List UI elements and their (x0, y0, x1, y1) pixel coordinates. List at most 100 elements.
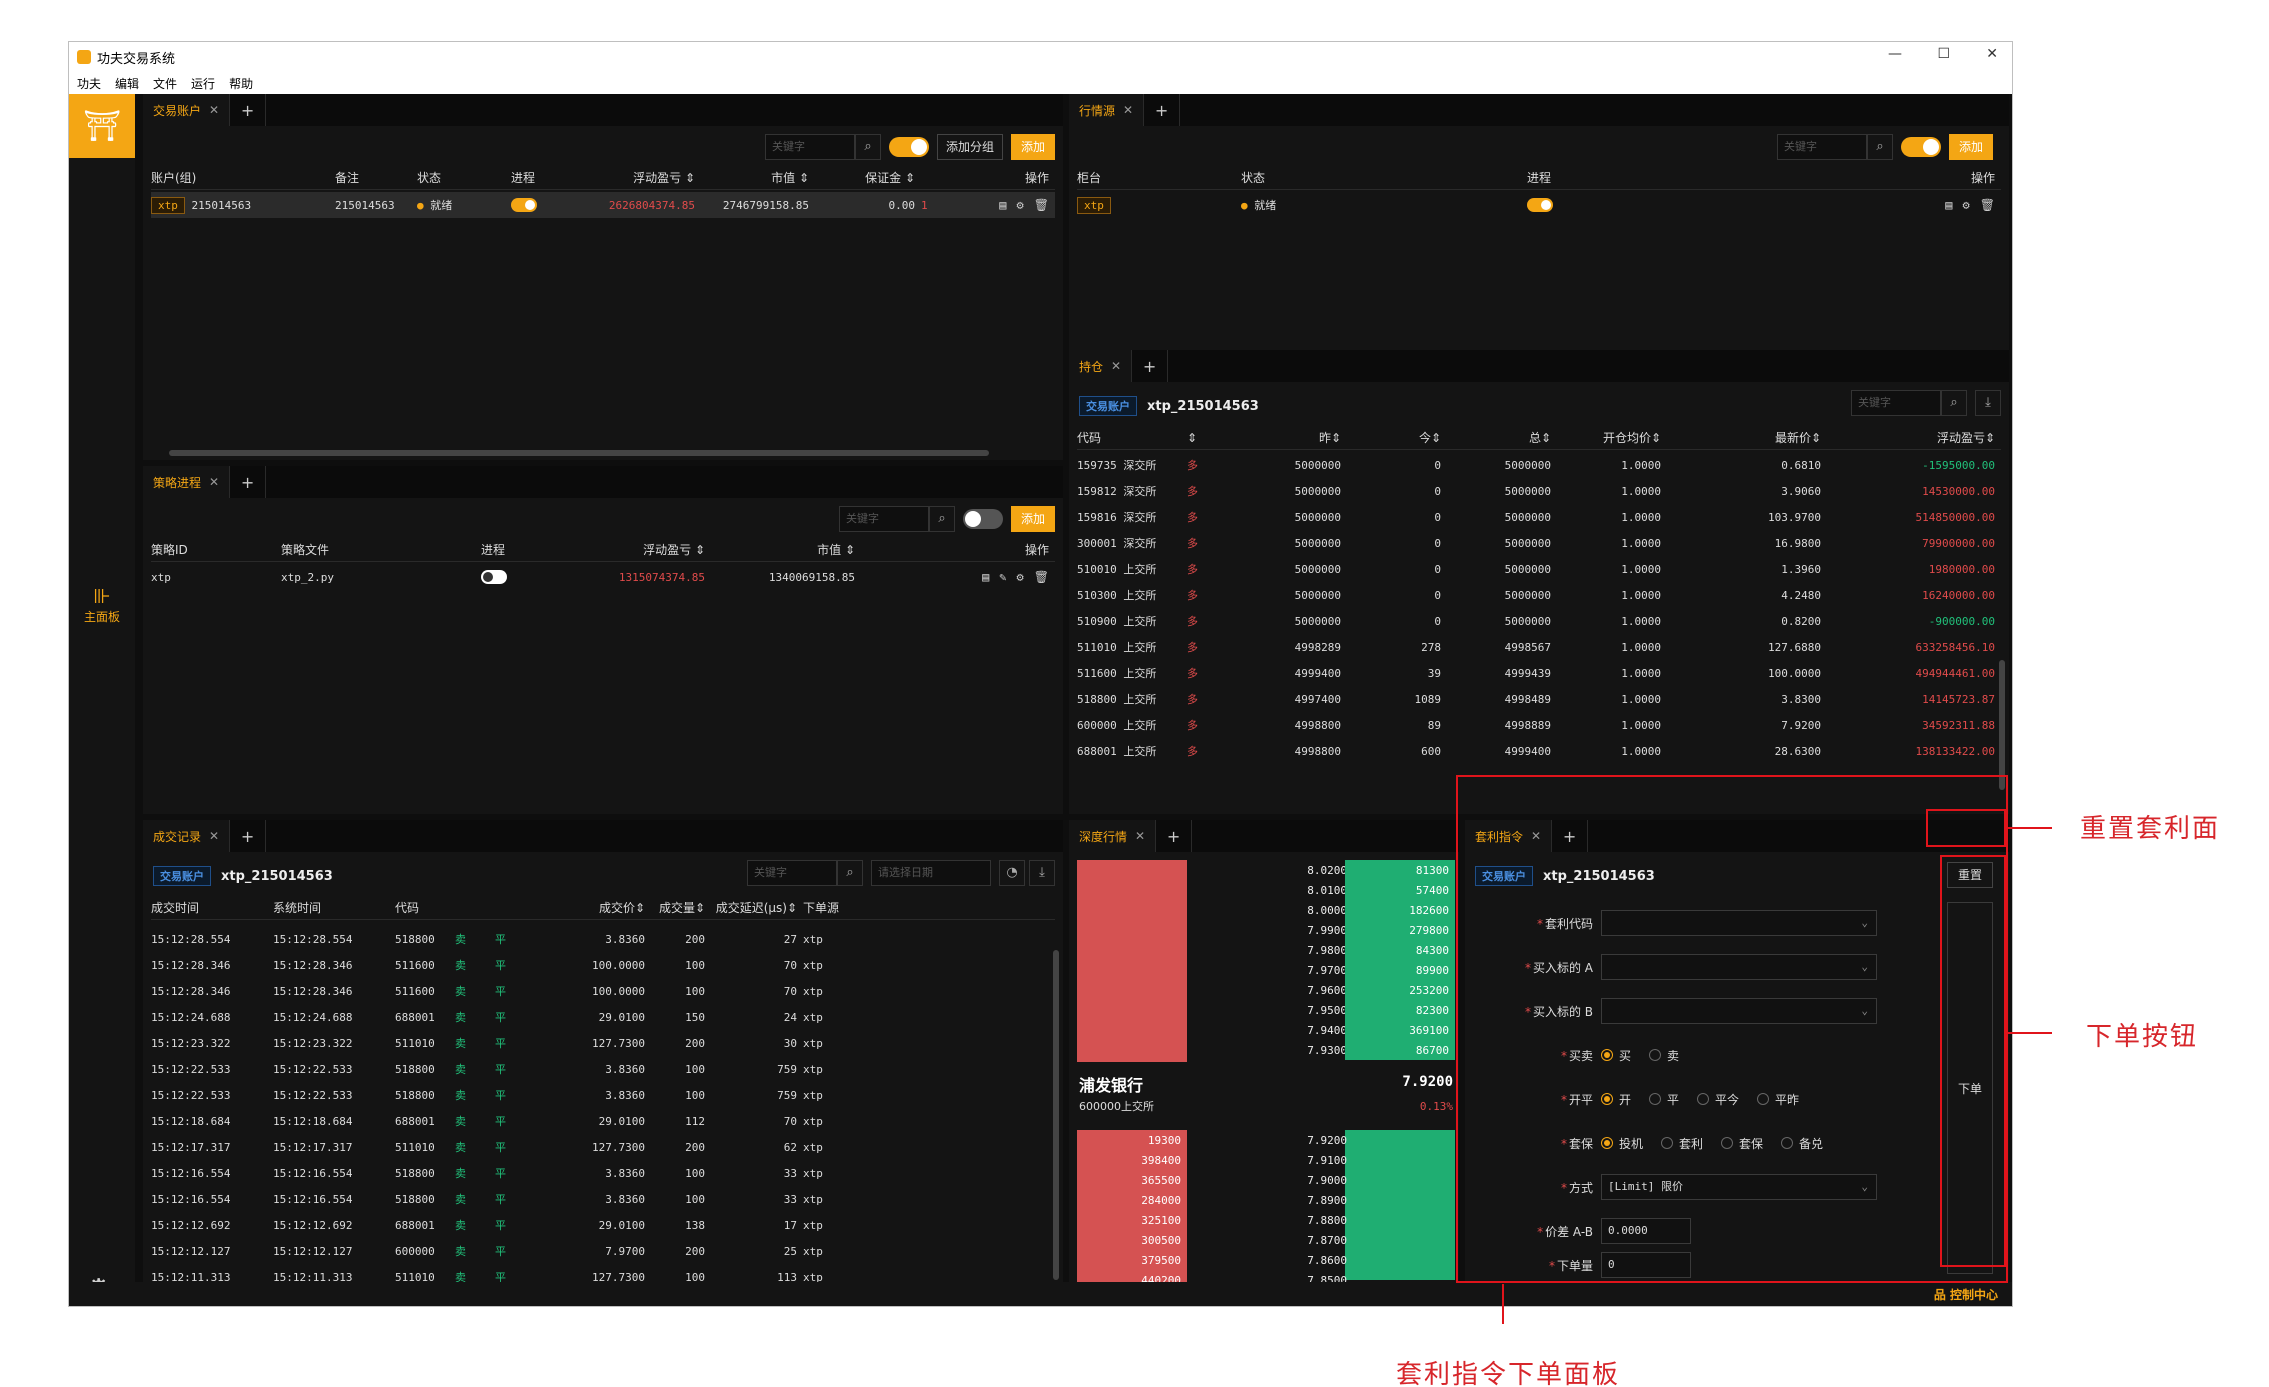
minimize-icon[interactable]: — (1888, 46, 1902, 62)
download-icon[interactable]: ⤓ (1975, 390, 2001, 416)
menu-file[interactable]: 文件 (153, 75, 177, 92)
table-row[interactable]: xtp xtp_2.py 1315074374.85 1340069158.85… (151, 564, 1055, 590)
tab-md[interactable]: 行情源 ✕ (1069, 94, 1145, 126)
positions-search-input[interactable]: 关键字 (1851, 390, 1941, 416)
col-header[interactable]: 保证金 ⇕ (815, 169, 921, 186)
col-header[interactable]: 成交延迟(μs)⇕ (711, 899, 803, 916)
close-tab-icon[interactable]: ✕ (209, 103, 219, 117)
md-master-toggle[interactable] (1900, 137, 1941, 157)
table-row[interactable]: 510010 上交所 多 5000000 0 5000000 1.0000 1.3960 19… (1077, 556, 2001, 582)
bid-price[interactable]: 7.9200 (1291, 1134, 1347, 1147)
ask-price[interactable]: 7.9600 (1291, 984, 1347, 997)
table-row[interactable]: 15:12:18.684 15:12:18.684 688001 卖 平 29.0100 1… (151, 1108, 1055, 1134)
trash-icon[interactable]: 🗑 (1980, 198, 1995, 212)
table-row[interactable]: 511010 上交所 多 4998289 278 4998567 1.0000 127.68… (1077, 634, 2001, 660)
search-icon[interactable]: ⌕ (854, 134, 881, 160)
main-panel-nav[interactable]: ⊪ 主面板 (69, 584, 135, 625)
table-row[interactable]: 300001 深交所 多 5000000 0 5000000 1.0000 16.9800 7… (1077, 530, 2001, 556)
tab-depth[interactable]: 深度行情 ✕ (1069, 820, 1157, 852)
col-header[interactable]: 代码 (1077, 429, 1187, 446)
table-row[interactable]: 688001 上交所 多 4998800 600 4999400 1.0000 28.630… (1077, 738, 2001, 764)
close-tab-icon[interactable]: ✕ (1123, 103, 1133, 117)
table-row[interactable]: 15:12:28.554 15:12:28.554 518800 卖 平 3.8360 20… (151, 926, 1055, 952)
table-row[interactable]: 15:12:17.317 15:12:17.317 511010 卖 平 127.7300… (151, 1134, 1055, 1160)
search-icon[interactable]: ⌕ (837, 860, 863, 886)
md-search-input[interactable]: 关键字 (1776, 134, 1867, 160)
tab-positions[interactable]: 持仓 ✕ (1069, 350, 1133, 382)
table-row[interactable]: xtp 215014563 215014563 ● 就绪 2626804374.… (151, 192, 1055, 218)
process-toggle[interactable] (511, 198, 537, 212)
close-icon[interactable]: ✕ (1986, 46, 1998, 62)
search-icon[interactable]: ⌕ (1941, 390, 1967, 416)
add-tab-icon[interactable]: + (1132, 350, 1169, 382)
edit-icon[interactable]: ✎ (999, 570, 1006, 584)
accounts-search-input[interactable]: 关键字 (764, 134, 855, 160)
table-row[interactable]: 159816 深交所 多 5000000 0 5000000 1.0000 103.9700… (1077, 504, 2001, 530)
ask-price[interactable]: 8.0100 (1291, 884, 1347, 897)
ask-price[interactable]: 8.0200 (1291, 864, 1347, 877)
close-tab-icon[interactable]: ✕ (209, 829, 219, 843)
add-tab-icon[interactable]: + (230, 820, 267, 852)
close-tab-icon[interactable]: ✕ (1111, 359, 1121, 373)
col-header[interactable]: 浮动盈亏 ⇕ (571, 169, 701, 186)
add-md-button[interactable]: 添加 (1948, 134, 1993, 160)
process-toggle[interactable] (481, 570, 507, 584)
table-row[interactable]: 15:12:24.688 15:12:24.688 688001 卖 平 29.0100 1… (151, 1004, 1055, 1030)
col-header[interactable]: 成交时间 (151, 899, 273, 916)
vertical-scrollbar[interactable] (1053, 950, 1059, 1280)
ask-price[interactable]: 7.9400 (1291, 1024, 1347, 1037)
table-row[interactable]: 518800 上交所 多 4997400 1089 4998489 1.0000 3.830… (1077, 686, 2001, 712)
add-strategy-button[interactable]: 添加 (1010, 506, 1055, 532)
horizontal-scrollbar[interactable] (169, 450, 989, 456)
stats-icon[interactable]: ◔ (999, 860, 1025, 886)
doc-icon[interactable]: ▤ (999, 198, 1006, 212)
gear-icon[interactable]: ⚙ (1963, 198, 1970, 212)
table-row[interactable]: 510300 上交所 多 5000000 0 5000000 1.0000 4.2480 16… (1077, 582, 2001, 608)
add-tab-icon[interactable]: + (230, 466, 267, 498)
table-row[interactable]: 15:12:16.554 15:12:16.554 518800 卖 平 3.8360 10… (151, 1186, 1055, 1212)
add-tab-icon[interactable]: + (1144, 94, 1181, 126)
col-header[interactable]: 最新价⇕ (1667, 429, 1827, 446)
table-row[interactable]: 15:12:28.346 15:12:28.346 511600 卖 平 100.0000… (151, 952, 1055, 978)
menu-help[interactable]: 帮助 (229, 75, 253, 92)
tab-trades[interactable]: 成交记录 ✕ (143, 820, 231, 852)
col-header[interactable]: ⇕ (1187, 431, 1247, 445)
add-account-button[interactable]: 添加 (1010, 134, 1055, 160)
table-row[interactable]: 15:12:22.533 15:12:22.533 518800 卖 平 3.8360 10… (151, 1056, 1055, 1082)
ask-price[interactable]: 8.0000 (1291, 904, 1347, 917)
table-row[interactable]: 159812 深交所 多 5000000 0 5000000 1.0000 3.9060 14… (1077, 478, 2001, 504)
col-header[interactable]: 系统时间 (273, 899, 395, 916)
tab-accounts[interactable]: 交易账户 ✕ (143, 94, 231, 126)
col-header[interactable]: 总⇕ (1447, 429, 1557, 446)
add-tab-icon[interactable]: + (230, 94, 267, 126)
table-row[interactable]: 510900 上交所 多 5000000 0 5000000 1.0000 0.8200 -9… (1077, 608, 2001, 634)
col-header[interactable]: 代码 (395, 899, 455, 916)
close-tab-icon[interactable]: ✕ (1135, 829, 1145, 843)
ask-price[interactable]: 7.9800 (1291, 944, 1347, 957)
trash-icon[interactable]: 🗑 (1034, 570, 1049, 584)
table-row[interactable]: xtp ● 就绪 ▤ ⚙ 🗑 (1077, 192, 2001, 218)
trades-search-input[interactable]: 关键字 (747, 860, 837, 886)
table-row[interactable]: 15:12:16.554 15:12:16.554 518800 卖 平 3.8360 10… (151, 1160, 1055, 1186)
table-row[interactable]: 511600 上交所 多 4999400 39 4999439 1.0000 100.000… (1077, 660, 2001, 686)
bid-price[interactable]: 7.9100 (1291, 1154, 1347, 1167)
ask-price[interactable]: 7.9900 (1291, 924, 1347, 937)
col-header[interactable]: 市值 ⇕ (711, 541, 861, 558)
bid-price[interactable]: 7.8800 (1291, 1214, 1347, 1227)
menu-kungfu[interactable]: 功夫 (77, 75, 101, 92)
gear-icon[interactable]: ⚙ (1017, 570, 1024, 584)
doc-icon[interactable]: ▤ (1945, 198, 1952, 212)
ask-price[interactable]: 7.9300 (1291, 1044, 1347, 1057)
table-row[interactable]: 15:12:12.127 15:12:12.127 600000 卖 平 7.9700 20… (151, 1238, 1055, 1264)
table-row[interactable]: 15:12:23.322 15:12:23.322 511010 卖 平 127.7300… (151, 1030, 1055, 1056)
doc-icon[interactable]: ▤ (982, 570, 989, 584)
ask-price[interactable]: 7.9500 (1291, 1004, 1347, 1017)
bid-price[interactable]: 7.8700 (1291, 1234, 1347, 1247)
strategy-search-input[interactable]: 关键字 (838, 506, 929, 532)
menu-run[interactable]: 运行 (191, 75, 215, 92)
vertical-scrollbar[interactable] (1999, 660, 2005, 790)
col-header[interactable]: 开仓均价⇕ (1557, 429, 1667, 446)
download-icon[interactable]: ⤓ (1029, 860, 1055, 886)
add-tab-icon[interactable]: + (1156, 820, 1193, 852)
bid-price[interactable]: 7.8600 (1291, 1254, 1347, 1267)
